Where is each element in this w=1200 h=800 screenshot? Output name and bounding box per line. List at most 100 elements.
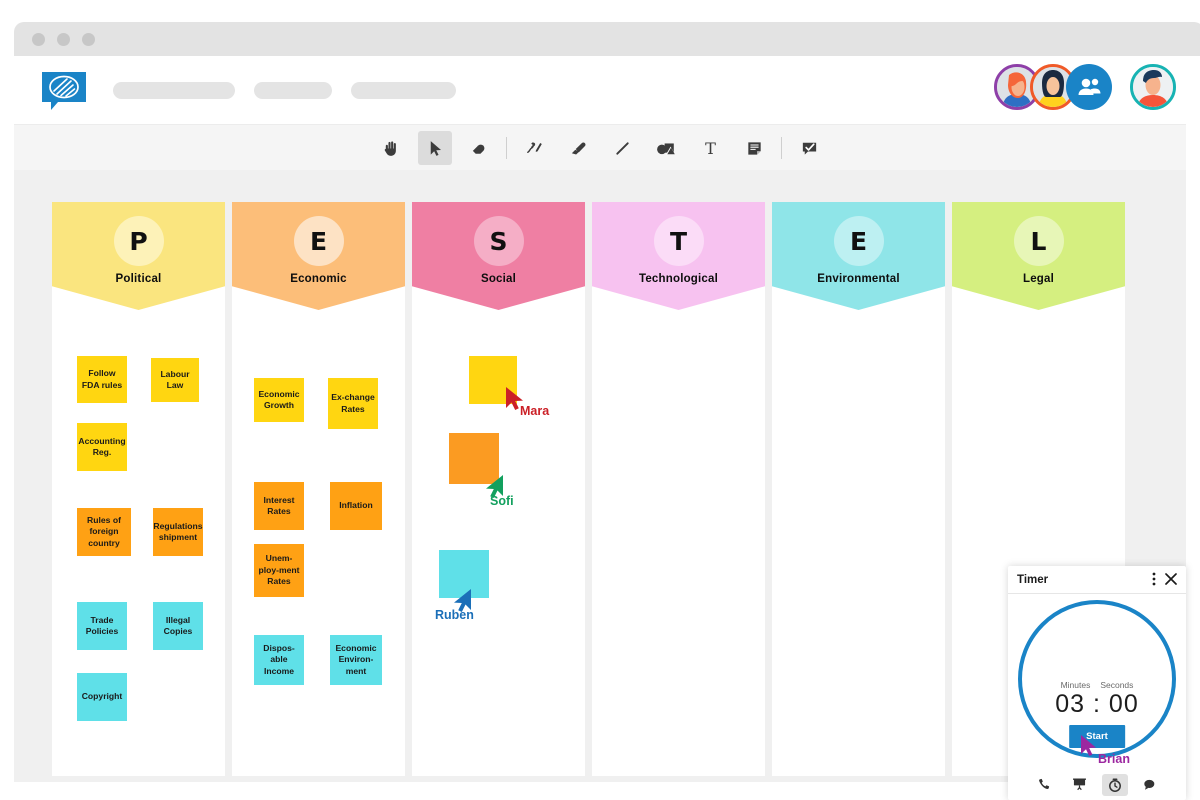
cursor-ruben-label: Ruben	[435, 608, 474, 622]
sticky-note[interactable]: Regulations shipment	[153, 508, 203, 556]
eraser-tool[interactable]	[462, 131, 496, 165]
pestle-columns: P Political Follow FDA rules Labour Law Acco…	[52, 202, 1125, 776]
sticky-note-tool[interactable]	[737, 131, 771, 165]
chat-icon	[1144, 779, 1155, 790]
shapes-tool[interactable]	[649, 131, 683, 165]
column-header: L Legal	[952, 202, 1125, 310]
sticky-note[interactable]: Follow FDA rules	[77, 356, 127, 403]
cursor-ruben: Ruben	[435, 588, 474, 622]
cursor-sofi: Sofi	[481, 474, 514, 508]
chat-button[interactable]	[1137, 774, 1163, 796]
timer-unit-labels: Minutes Seconds	[1061, 680, 1134, 690]
column-letter-badge: E	[833, 216, 884, 266]
timer-widget: Timer Minutes Seconds 03 : 00 Start Bria…	[1008, 566, 1186, 800]
highlighter-icon	[571, 141, 586, 154]
phone-icon	[1039, 778, 1050, 790]
presentation-icon	[1073, 778, 1086, 791]
sticky-note-icon	[747, 141, 761, 155]
sticky-note[interactable]: Economic Growth	[254, 378, 304, 422]
sticky-note[interactable]: Dispos-able Income	[254, 635, 304, 685]
column-title: Technological	[638, 273, 719, 285]
comment-tool[interactable]	[792, 131, 826, 165]
miro-speech-bubble-logo[interactable]	[40, 70, 88, 112]
sticky-notes-area	[412, 310, 585, 776]
window-titlebar	[14, 22, 1200, 56]
line-tool[interactable]	[605, 131, 639, 165]
text-tool[interactable]: T	[693, 131, 727, 165]
cursor-brian: Brian	[1080, 734, 1130, 766]
column-title: Legal	[1022, 273, 1055, 285]
drawing-toolbar: T	[14, 124, 1186, 172]
hand-tool[interactable]	[374, 131, 408, 165]
sticky-note[interactable]: Interest Rates	[254, 482, 304, 530]
cursor-brian-label: Brian	[1098, 752, 1130, 766]
screen-share-button[interactable]	[1067, 774, 1093, 796]
eraser-icon	[472, 144, 484, 154]
sticky-note[interactable]: Unem-ploy-ment Rates	[254, 544, 304, 597]
cursor-mara-label: Mara	[520, 404, 550, 418]
column-letter-badge: L	[1013, 216, 1064, 266]
window-close-dot[interactable]	[32, 32, 45, 46]
cursor-mara: Mara	[504, 386, 549, 419]
pen-icon	[526, 142, 542, 153]
comment-icon	[802, 142, 816, 155]
column-environmental[interactable]: E Environmental	[772, 202, 945, 776]
collaborator-avatars	[994, 64, 1176, 110]
column-header: E Environmental	[772, 202, 945, 310]
sticky-note[interactable]: Labour Law	[151, 358, 199, 402]
pen-tool[interactable]	[517, 131, 551, 165]
header-placeholder-2[interactable]	[254, 82, 332, 99]
sticky-note[interactable]: Inflation	[330, 482, 382, 530]
highlighter-tool[interactable]	[561, 131, 595, 165]
column-technological[interactable]: T Technological	[592, 202, 765, 776]
app-window: T P Political Follow FDA rules Labour Law Ac…	[0, 0, 1200, 800]
sticky-notes-area: Follow FDA rules Labour Law Accounting Reg…	[52, 310, 225, 776]
column-title: Economic	[290, 273, 347, 285]
timer-header: Timer	[1008, 566, 1186, 594]
column-letter-badge: S	[473, 216, 524, 266]
timer-display[interactable]: 03 : 00	[1055, 690, 1138, 719]
sticky-note[interactable]: Copyright	[77, 673, 127, 721]
timer-footer-toolbar	[1008, 769, 1186, 800]
timer-button[interactable]	[1101, 773, 1128, 796]
column-title: Political	[115, 273, 162, 285]
sticky-note[interactable]: Ex-change Rates	[328, 378, 378, 429]
hand-icon	[384, 140, 396, 156]
window-maximize-dot[interactable]	[82, 32, 95, 46]
timer-minutes-label: Minutes	[1060, 680, 1091, 690]
header-placeholder-group	[113, 82, 456, 99]
timer-body: Minutes Seconds 03 : 00 Start Brian	[1008, 594, 1186, 769]
cursor-icon	[430, 140, 441, 156]
sticky-note[interactable]: Economic Environ-ment	[330, 635, 382, 685]
timer-title: Timer	[1017, 573, 1049, 586]
add-people-button[interactable]	[1066, 64, 1112, 110]
sticky-note[interactable]: Illegal Copies	[153, 602, 203, 650]
close-icon[interactable]	[1165, 572, 1177, 587]
text-icon: T	[705, 139, 716, 158]
sticky-note[interactable]: Accounting Reg.	[77, 423, 127, 471]
kebab-menu-icon[interactable]	[1152, 572, 1156, 588]
column-economic[interactable]: E Economic Economic Growth Ex-change Rates I…	[232, 202, 405, 776]
column-header: S Social	[412, 202, 585, 310]
sticky-note[interactable]: Rules of foreign country	[77, 508, 131, 556]
column-letter-badge: E	[293, 216, 344, 266]
column-title: Environmental	[817, 273, 900, 285]
line-icon	[615, 141, 629, 155]
call-button[interactable]	[1032, 774, 1058, 796]
sticky-notes-area	[772, 310, 945, 776]
column-header: E Economic	[232, 202, 405, 310]
toolbar-separator-1	[506, 137, 507, 159]
header-placeholder-1[interactable]	[113, 82, 235, 99]
header-placeholder-3[interactable]	[351, 82, 456, 99]
select-tool[interactable]	[418, 131, 452, 165]
column-header: P Political	[52, 202, 225, 310]
column-political[interactable]: P Political Follow FDA rules Labour Law Acco…	[52, 202, 225, 776]
window-minimize-dot[interactable]	[57, 32, 70, 46]
sticky-notes-area	[592, 310, 765, 776]
toolbar-separator-2	[781, 137, 782, 159]
column-letter-badge: P	[113, 216, 164, 266]
stopwatch-icon	[1108, 777, 1121, 792]
sticky-note[interactable]: Trade Policies	[77, 602, 127, 650]
add-people-icon	[1078, 78, 1101, 95]
avatar-current-user[interactable]	[1130, 64, 1176, 110]
